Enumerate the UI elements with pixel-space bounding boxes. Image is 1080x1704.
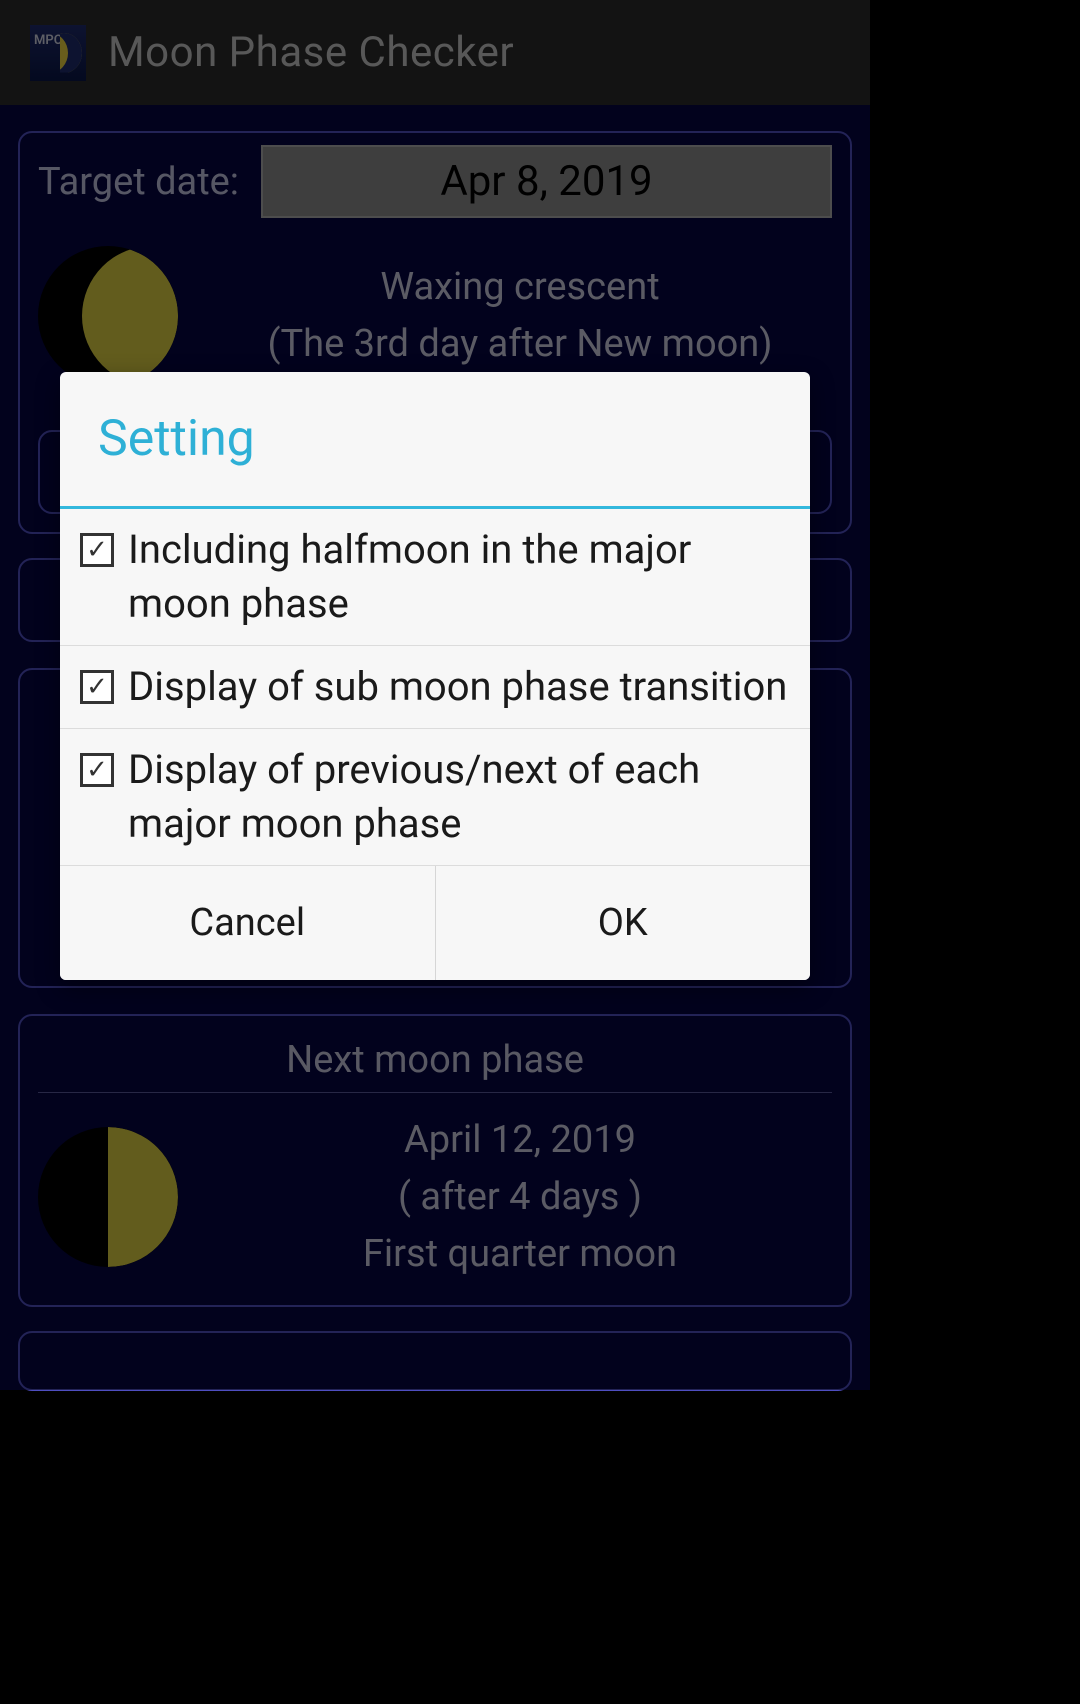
settings-dialog: Setting Including halfmoon in the major … — [60, 372, 810, 980]
option-label: Display of sub moon phase transition — [128, 660, 787, 714]
checkbox-icon[interactable] — [80, 670, 114, 704]
cancel-button[interactable]: Cancel — [60, 866, 435, 980]
checkbox-icon[interactable] — [80, 753, 114, 787]
option-sub-transition[interactable]: Display of sub moon phase transition — [60, 646, 810, 729]
option-prev-next[interactable]: Display of previous/next of each major m… — [60, 729, 810, 866]
ok-button[interactable]: OK — [435, 866, 811, 980]
option-label: Including halfmoon in the major moon pha… — [128, 523, 790, 631]
dialog-buttons: Cancel OK — [60, 866, 810, 980]
checkbox-icon[interactable] — [80, 533, 114, 567]
option-include-halfmoon[interactable]: Including halfmoon in the major moon pha… — [60, 509, 810, 646]
option-label: Display of previous/next of each major m… — [128, 743, 790, 851]
dialog-title: Setting — [60, 372, 810, 506]
